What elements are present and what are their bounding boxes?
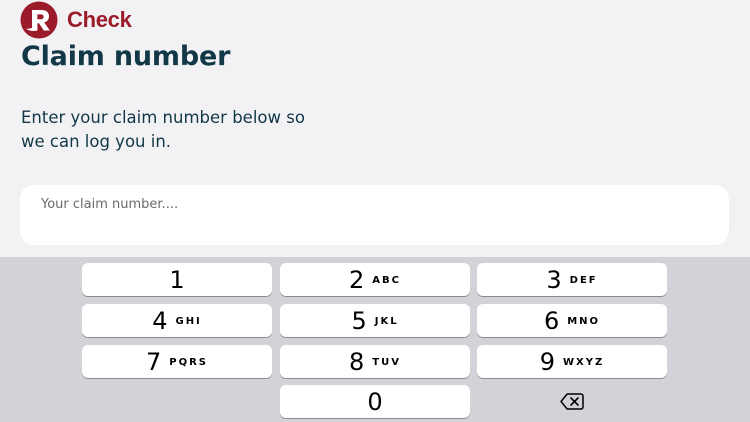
- page-title: Claim number: [21, 41, 231, 72]
- key-letters: MNO: [567, 315, 601, 327]
- instructions-text: Enter your claim number below so we can …: [21, 108, 305, 151]
- key-letters: GHI: [175, 315, 202, 327]
- key-digit: 9: [539, 347, 556, 376]
- key-7[interactable]: 7 PQRS: [82, 345, 272, 378]
- key-letters: TUV: [372, 356, 401, 368]
- r-logo-icon: [20, 1, 58, 39]
- key-digit: 3: [546, 265, 562, 294]
- claim-number-placeholder: Your claim number....: [41, 197, 179, 212]
- claim-number-field[interactable]: Your claim number....: [20, 185, 729, 419]
- claim-number-screen: Check Claim number Enter your claim numb…: [0, 0, 750, 419]
- key-digit: 8: [349, 347, 365, 376]
- backspace-icon: [560, 393, 584, 410]
- logo-text: Check: [67, 7, 132, 32]
- key-digit: 1: [169, 265, 185, 294]
- key-digit: 5: [351, 306, 367, 335]
- key-letters: JKL: [374, 315, 399, 327]
- key-8[interactable]: 8 TUV: [280, 345, 470, 378]
- key-9[interactable]: 9 WXYZ: [477, 345, 667, 378]
- key-digit: 7: [145, 347, 162, 376]
- key-0[interactable]: 0: [280, 385, 470, 418]
- key-3[interactable]: 3 DEF: [477, 263, 667, 296]
- brand-logo: Check: [20, 1, 132, 39]
- key-digit: 0: [367, 387, 383, 416]
- key-4[interactable]: 4 GHI: [82, 304, 272, 337]
- key-5[interactable]: 5 JKL: [280, 304, 470, 337]
- delete-key[interactable]: [477, 385, 667, 418]
- key-6[interactable]: 6 MNO: [477, 304, 667, 337]
- key-letters: ABC: [372, 274, 401, 286]
- key-digit: 4: [152, 306, 168, 335]
- key-letters: PQRS: [169, 356, 208, 368]
- numeric-keypad: 1 2 ABC 3 DEF 4 GHI 5 JKL 6 MNO 7 PQRS 8…: [0, 257, 750, 422]
- key-1[interactable]: 1: [82, 263, 272, 296]
- key-digit: 6: [543, 306, 560, 335]
- key-2[interactable]: 2 ABC: [280, 263, 470, 296]
- key-digit: 2: [349, 265, 365, 294]
- key-letters: DEF: [569, 274, 598, 286]
- key-letters: WXYZ: [563, 356, 605, 368]
